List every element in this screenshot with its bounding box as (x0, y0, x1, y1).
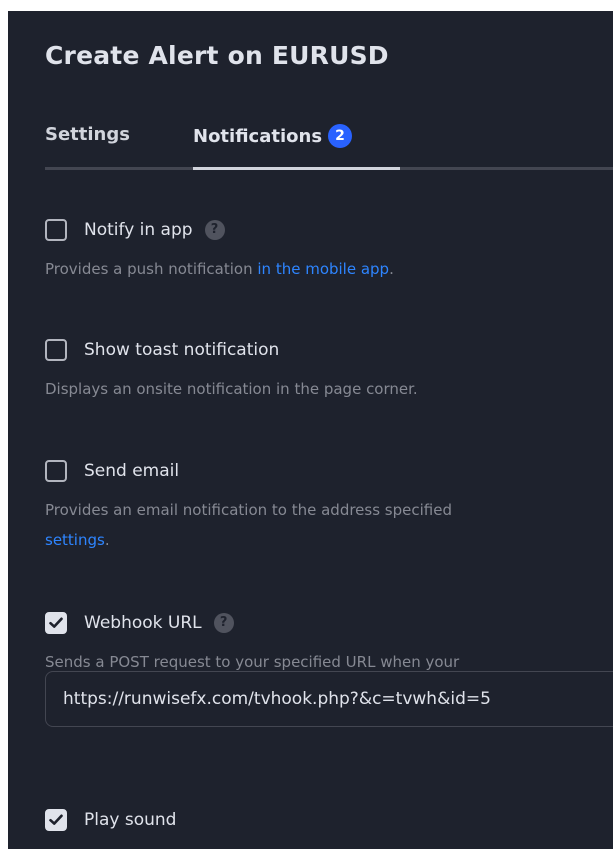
question-circle-icon[interactable]: ? (204, 220, 225, 240)
webhook-url-option: Webhook URL ? Sends a POST request to yo… (45, 609, 613, 677)
webhook-url-row[interactable]: Webhook URL ? (45, 609, 613, 637)
send-email-desc-line2: settings. (45, 525, 613, 555)
create-alert-dialog: Create Alert on EURUSD Settings Notifica… (8, 11, 613, 849)
show-toast-row[interactable]: Show toast notification (45, 336, 613, 364)
settings-link[interactable]: settings (45, 531, 105, 549)
send-email-description: Provides an email notification to the ad… (45, 495, 613, 555)
show-toast-label: Show toast notification (84, 340, 280, 360)
show-toast-description: Displays an onsite notification in the p… (45, 380, 418, 398)
notifications-count-badge: 2 (328, 124, 353, 148)
send-email-label: Send email (84, 461, 180, 481)
send-email-checkbox[interactable] (45, 460, 67, 482)
show-toast-checkbox[interactable] (45, 339, 67, 361)
notify-in-app-label: Notify in app (84, 220, 193, 240)
webhook-url-input[interactable] (45, 671, 613, 727)
tab-bar: Settings Notifications 2 (45, 124, 613, 170)
webhook-url-checkbox[interactable] (45, 612, 67, 634)
tab-notifications[interactable]: Notifications 2 (193, 124, 353, 148)
dialog-title: Create Alert on EURUSD (45, 41, 389, 70)
send-email-option: Send email Provides an email notificatio… (45, 457, 613, 555)
check-icon (49, 814, 63, 825)
play-sound-checkbox[interactable] (45, 809, 67, 831)
notify-in-app-row[interactable]: Notify in app ? (45, 216, 613, 244)
check-icon (49, 617, 63, 628)
play-sound-option: Play sound (45, 806, 613, 834)
active-tab-indicator (193, 167, 400, 170)
tab-settings[interactable]: Settings (45, 124, 130, 145)
notify-in-app-desc-text: Provides a push notification (45, 260, 258, 278)
webhook-url-label: Webhook URL (84, 613, 202, 633)
mobile-app-link[interactable]: in the mobile app (257, 260, 389, 278)
notify-in-app-option: Notify in app ? Provides a push notifica… (45, 216, 613, 284)
tab-settings-label: Settings (45, 124, 130, 145)
tab-notifications-label: Notifications (193, 126, 323, 147)
send-email-row[interactable]: Send email (45, 457, 613, 485)
notify-in-app-desc-end: . (389, 260, 394, 278)
play-sound-label: Play sound (84, 810, 177, 830)
question-circle-icon[interactable]: ? (213, 613, 234, 633)
notify-in-app-checkbox[interactable] (45, 219, 67, 241)
send-email-desc-end: . (104, 531, 110, 549)
play-sound-row[interactable]: Play sound (45, 806, 613, 834)
notify-in-app-description: Provides a push notification in the mobi… (45, 254, 613, 284)
show-toast-option: Show toast notification Displays an onsi… (45, 336, 613, 404)
send-email-desc-text: Provides an email notification to the ad… (45, 501, 452, 519)
